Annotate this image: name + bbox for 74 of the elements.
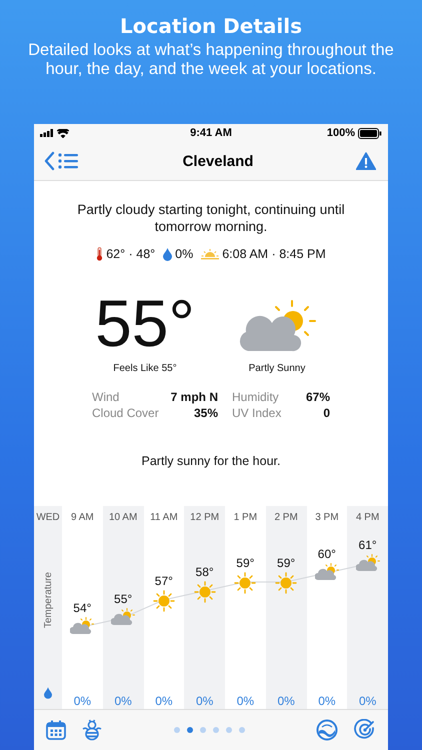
cloud-sun-icon xyxy=(314,563,339,581)
hour-label: 11 AM xyxy=(150,512,178,525)
signal-icon xyxy=(40,129,54,137)
hour-temperature: 60° xyxy=(318,546,336,563)
circle-emblem-icon[interactable] xyxy=(316,719,338,741)
status-time: 9:41 AM xyxy=(190,127,232,139)
detail-value: 7 mph N xyxy=(170,390,218,404)
sun-icon xyxy=(194,581,216,603)
hour-temperature: 57° xyxy=(154,573,173,590)
thermometer-icon xyxy=(96,247,104,261)
back-list-button[interactable] xyxy=(44,151,80,171)
sun-icon xyxy=(152,590,175,612)
sunrise-sunset: 6:08 AM · 8:45 PM xyxy=(222,247,326,261)
precip-percent: 0% xyxy=(114,694,132,708)
detail-value: 0 xyxy=(323,406,330,420)
nav-title: Cleveland xyxy=(182,152,254,170)
sun-icon xyxy=(234,572,256,594)
detail-value: 67% xyxy=(306,390,330,404)
detail-value: 35% xyxy=(194,406,218,420)
calendar-icon[interactable] xyxy=(46,720,66,740)
hour-label: 1 PM xyxy=(234,512,258,525)
precip-percent: 0% xyxy=(155,694,173,708)
precip-percent: 0% xyxy=(277,694,295,708)
day-label: WED xyxy=(36,512,60,525)
detail-label: Humidity xyxy=(232,390,279,404)
summary-text: Partly cloudy starting tonight, continuing until tomorrow morning. xyxy=(76,201,346,235)
current-temperature: 55° xyxy=(95,291,195,355)
precip-percent: 0% xyxy=(236,694,254,708)
page-dot[interactable] xyxy=(238,727,244,733)
cloud-sun-icon xyxy=(70,617,94,635)
hour-label: 3 PM xyxy=(315,512,339,525)
detail-label: UV Index xyxy=(232,406,282,420)
cloud-sun-icon xyxy=(356,554,380,572)
promo-subtitle: Detailed looks at what’s happening throughout the hour, the day, and the week at your locations. xyxy=(27,41,395,79)
hour-temperature: 59° xyxy=(236,555,254,572)
precip-percent: 0% xyxy=(196,694,214,708)
hour-label: 4 PM xyxy=(356,512,380,525)
precip-percent: 0% xyxy=(358,694,376,708)
hour-label: 10 AM xyxy=(108,512,138,525)
high-low-temps: 62° · 48° xyxy=(106,247,156,261)
promo-title: Location Details xyxy=(118,14,304,38)
page-dot[interactable] xyxy=(174,727,180,733)
sun-icon xyxy=(275,572,298,594)
cloud-sun-icon xyxy=(111,608,136,626)
battery-icon xyxy=(358,128,382,138)
hour-label: 9 AM xyxy=(70,512,94,525)
hour-summary: Partly sunny for the hour. xyxy=(140,454,282,468)
feels-like: Feels Like 55° xyxy=(113,363,177,374)
hour-temperature: 61° xyxy=(358,537,377,554)
droplet-icon xyxy=(44,687,52,699)
bee-icon[interactable] xyxy=(82,719,102,741)
hour-temperature: 54° xyxy=(73,600,92,617)
page-dot[interactable] xyxy=(212,727,218,733)
axis-label: Temperature xyxy=(42,572,54,628)
droplet-icon xyxy=(163,248,172,260)
sunrise-icon xyxy=(201,248,220,260)
detail-label: Wind xyxy=(92,390,120,404)
page-dot[interactable] xyxy=(200,727,206,733)
hour-label: 2 PM xyxy=(274,512,298,525)
page-dot[interactable] xyxy=(186,727,192,733)
detail-label: Cloud Cover xyxy=(92,406,159,420)
precip-percent: 0% xyxy=(318,694,336,708)
battery-percent: 100% xyxy=(326,127,355,139)
condition-label: Partly Sunny xyxy=(248,363,306,374)
wifi-icon xyxy=(57,128,69,138)
page-dot[interactable] xyxy=(226,727,232,733)
radar-icon[interactable] xyxy=(354,719,376,741)
precip-percent: 0% xyxy=(74,694,92,708)
precip-chance: 0% xyxy=(175,247,194,261)
hour-label: 12 PM xyxy=(190,512,220,525)
hour-temperature: 58° xyxy=(196,564,214,581)
warning-icon[interactable] xyxy=(356,152,376,170)
hour-temperature: 55° xyxy=(114,591,132,608)
hour-temperature: 59° xyxy=(277,555,296,572)
